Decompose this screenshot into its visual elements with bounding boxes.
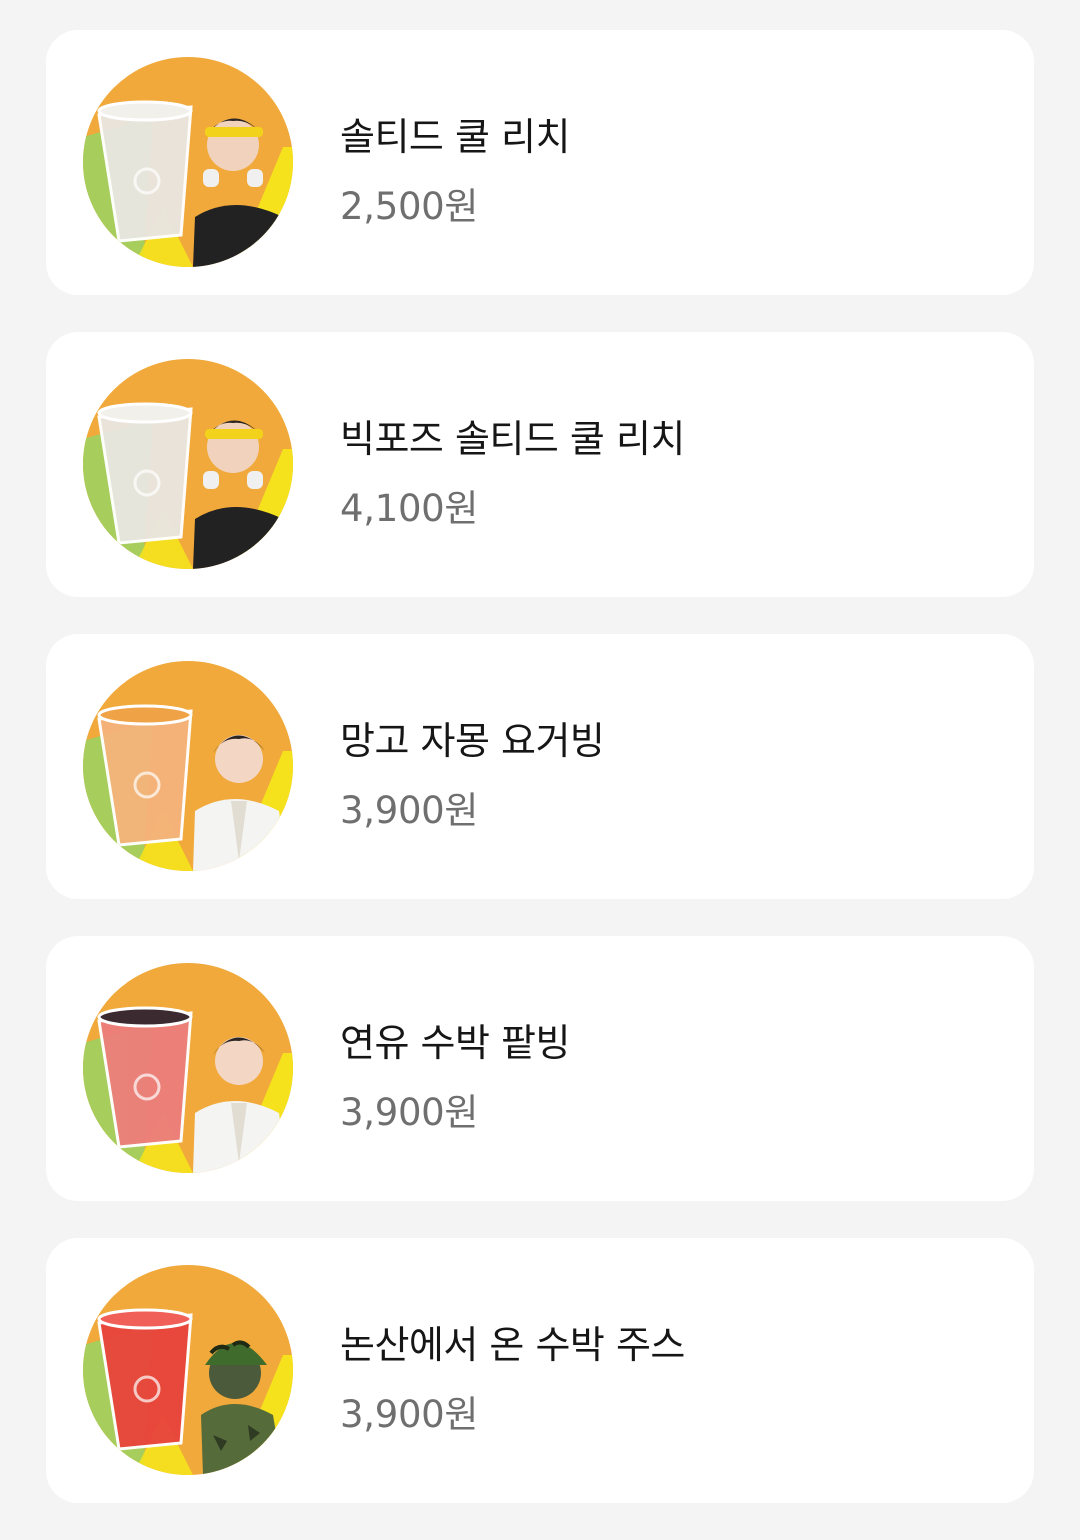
drink-thumbnail-image [83, 661, 293, 871]
drink-illustration-icon [83, 963, 293, 1173]
menu-item-name: 연유 수박 팥빙 [340, 1021, 570, 1065]
menu-item-price: 3,900원 [340, 1393, 479, 1436]
menu-item-card[interactable]: 망고 자몽 요거빙 3,900원 [46, 634, 1034, 899]
menu-item-price: 3,900원 [340, 789, 479, 832]
menu-item-name: 빅포즈 솔티드 쿨 리치 [340, 417, 685, 461]
menu-item-name: 망고 자몽 요거빙 [340, 719, 605, 763]
menu-item-price: 2,500원 [340, 185, 479, 228]
menu-list: 솔티드 쿨 리치 2,500원 빅포즈 솔티드 쿨 리치 4,100원 망고 자… [46, 30, 1034, 1540]
menu-item-name: 논산에서 온 수박 주스 [340, 1323, 685, 1367]
menu-item-card[interactable]: 연유 수박 팥빙 3,900원 [46, 936, 1034, 1201]
menu-item-card[interactable]: 솔티드 쿨 리치 2,500원 [46, 30, 1034, 295]
menu-item-card[interactable]: 논산에서 온 수박 주스 3,900원 [46, 1238, 1034, 1503]
drink-thumbnail-image [83, 963, 293, 1173]
drink-thumbnail-image [83, 1265, 293, 1475]
drink-illustration-icon [83, 359, 293, 569]
menu-item-card[interactable]: 빅포즈 솔티드 쿨 리치 4,100원 [46, 332, 1034, 597]
menu-item-price: 4,100원 [340, 487, 479, 530]
menu-item-name: 솔티드 쿨 리치 [340, 115, 570, 159]
drink-illustration-icon [83, 661, 293, 871]
drink-illustration-icon [83, 1265, 293, 1475]
menu-item-price: 3,900원 [340, 1091, 479, 1134]
drink-thumbnail-image [83, 57, 293, 267]
drink-thumbnail-image [83, 359, 293, 569]
drink-illustration-icon [83, 57, 293, 267]
